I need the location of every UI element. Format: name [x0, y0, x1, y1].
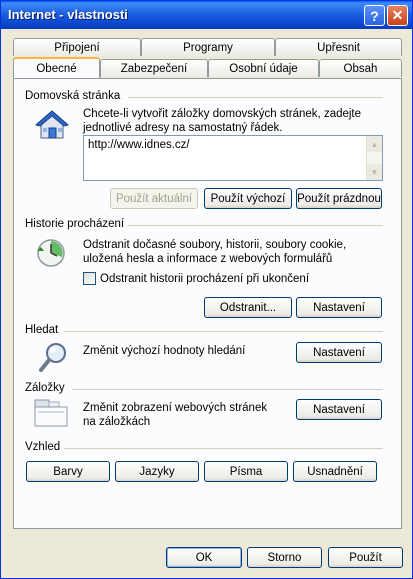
- scroll-down-icon[interactable]: ▼: [367, 164, 382, 180]
- home-url-textarea[interactable]: http://www.idnes.cz/ ▲ ▼: [83, 135, 383, 181]
- fonts-button[interactable]: Písma: [204, 461, 288, 482]
- history-heading: Historie procházení: [25, 218, 125, 230]
- tab-upresnit[interactable]: Upřesnit: [275, 38, 402, 56]
- history-icon: [37, 239, 65, 267]
- close-icon: ✕: [391, 7, 404, 23]
- delete-on-exit-checkbox[interactable]: [83, 272, 96, 285]
- help-icon: ?: [370, 7, 379, 24]
- tabs-separator: [72, 389, 383, 390]
- title-bar[interactable]: Internet - vlastnosti ? ✕: [1, 1, 412, 29]
- history-separator: [128, 225, 383, 226]
- textarea-scrollbar[interactable]: ▲ ▼: [366, 136, 382, 180]
- tabs-settings-button[interactable]: Nastavení: [296, 399, 382, 420]
- history-settings-button[interactable]: Nastavení: [296, 297, 382, 318]
- colors-button[interactable]: Barvy: [26, 461, 110, 482]
- window-title: Internet - vlastnosti: [8, 7, 128, 22]
- appearance-heading: Vzhled: [25, 441, 61, 453]
- tab-programy[interactable]: Programy: [141, 38, 275, 56]
- home-url-text: http://www.idnes.cz/: [88, 139, 190, 151]
- scroll-up-icon[interactable]: ▲: [367, 136, 382, 152]
- home-icon: [35, 110, 69, 139]
- use-current-button[interactable]: Použít aktuální: [110, 188, 198, 209]
- search-icon: [39, 343, 66, 372]
- tabs-heading: Záložky: [25, 382, 65, 394]
- cancel-button[interactable]: Storno: [247, 547, 322, 568]
- tabs-icon: [34, 399, 68, 427]
- appearance-separator: [64, 448, 383, 449]
- home-heading: Domovská stránka: [25, 90, 121, 102]
- help-button[interactable]: ?: [364, 5, 385, 26]
- languages-button[interactable]: Jazyky: [115, 461, 199, 482]
- search-settings-button[interactable]: Nastavení: [296, 342, 382, 363]
- use-default-button[interactable]: Použít výchozí: [204, 188, 292, 209]
- tab-panel-obecne: Domovská stránka Chcete-li vytvořit zálo…: [13, 78, 402, 529]
- home-description: Chcete-li vytvořit záložky domovských st…: [83, 108, 362, 134]
- delete-on-exit-label[interactable]: Odstranit historii procházení při ukonče…: [100, 272, 309, 286]
- use-blank-button[interactable]: Použít prázdnou: [296, 188, 382, 209]
- tab-obsah[interactable]: Obsah: [319, 59, 402, 77]
- ok-button[interactable]: OK: [166, 547, 242, 568]
- tab-zabezpeceni[interactable]: Zabezpečení: [100, 59, 208, 77]
- home-separator: [128, 97, 383, 98]
- accessibility-button[interactable]: Usnadnění: [293, 461, 377, 482]
- dialog-client: Připojení Programy Upřesnit Obecné Zabez…: [5, 30, 408, 576]
- tab-pripojeni[interactable]: Připojení: [13, 38, 141, 56]
- delete-history-button[interactable]: Odstranit...: [204, 297, 292, 318]
- search-heading: Hledat: [25, 324, 59, 336]
- search-description: Změnit výchozí hodnoty hledání: [83, 345, 246, 357]
- internet-options-window: Internet - vlastnosti ? ✕ Připojení Prog…: [0, 0, 413, 579]
- tabs-description: Změnit zobrazení webových stránek na zál…: [83, 402, 268, 428]
- close-button[interactable]: ✕: [387, 5, 408, 26]
- tab-obecne[interactable]: Obecné: [13, 57, 100, 78]
- history-description: Odstranit dočasné soubory, historii, sou…: [83, 239, 347, 265]
- apply-button[interactable]: Použít: [328, 547, 403, 568]
- search-separator: [64, 331, 383, 332]
- tab-osobni-udaje[interactable]: Osobní údaje: [208, 59, 319, 77]
